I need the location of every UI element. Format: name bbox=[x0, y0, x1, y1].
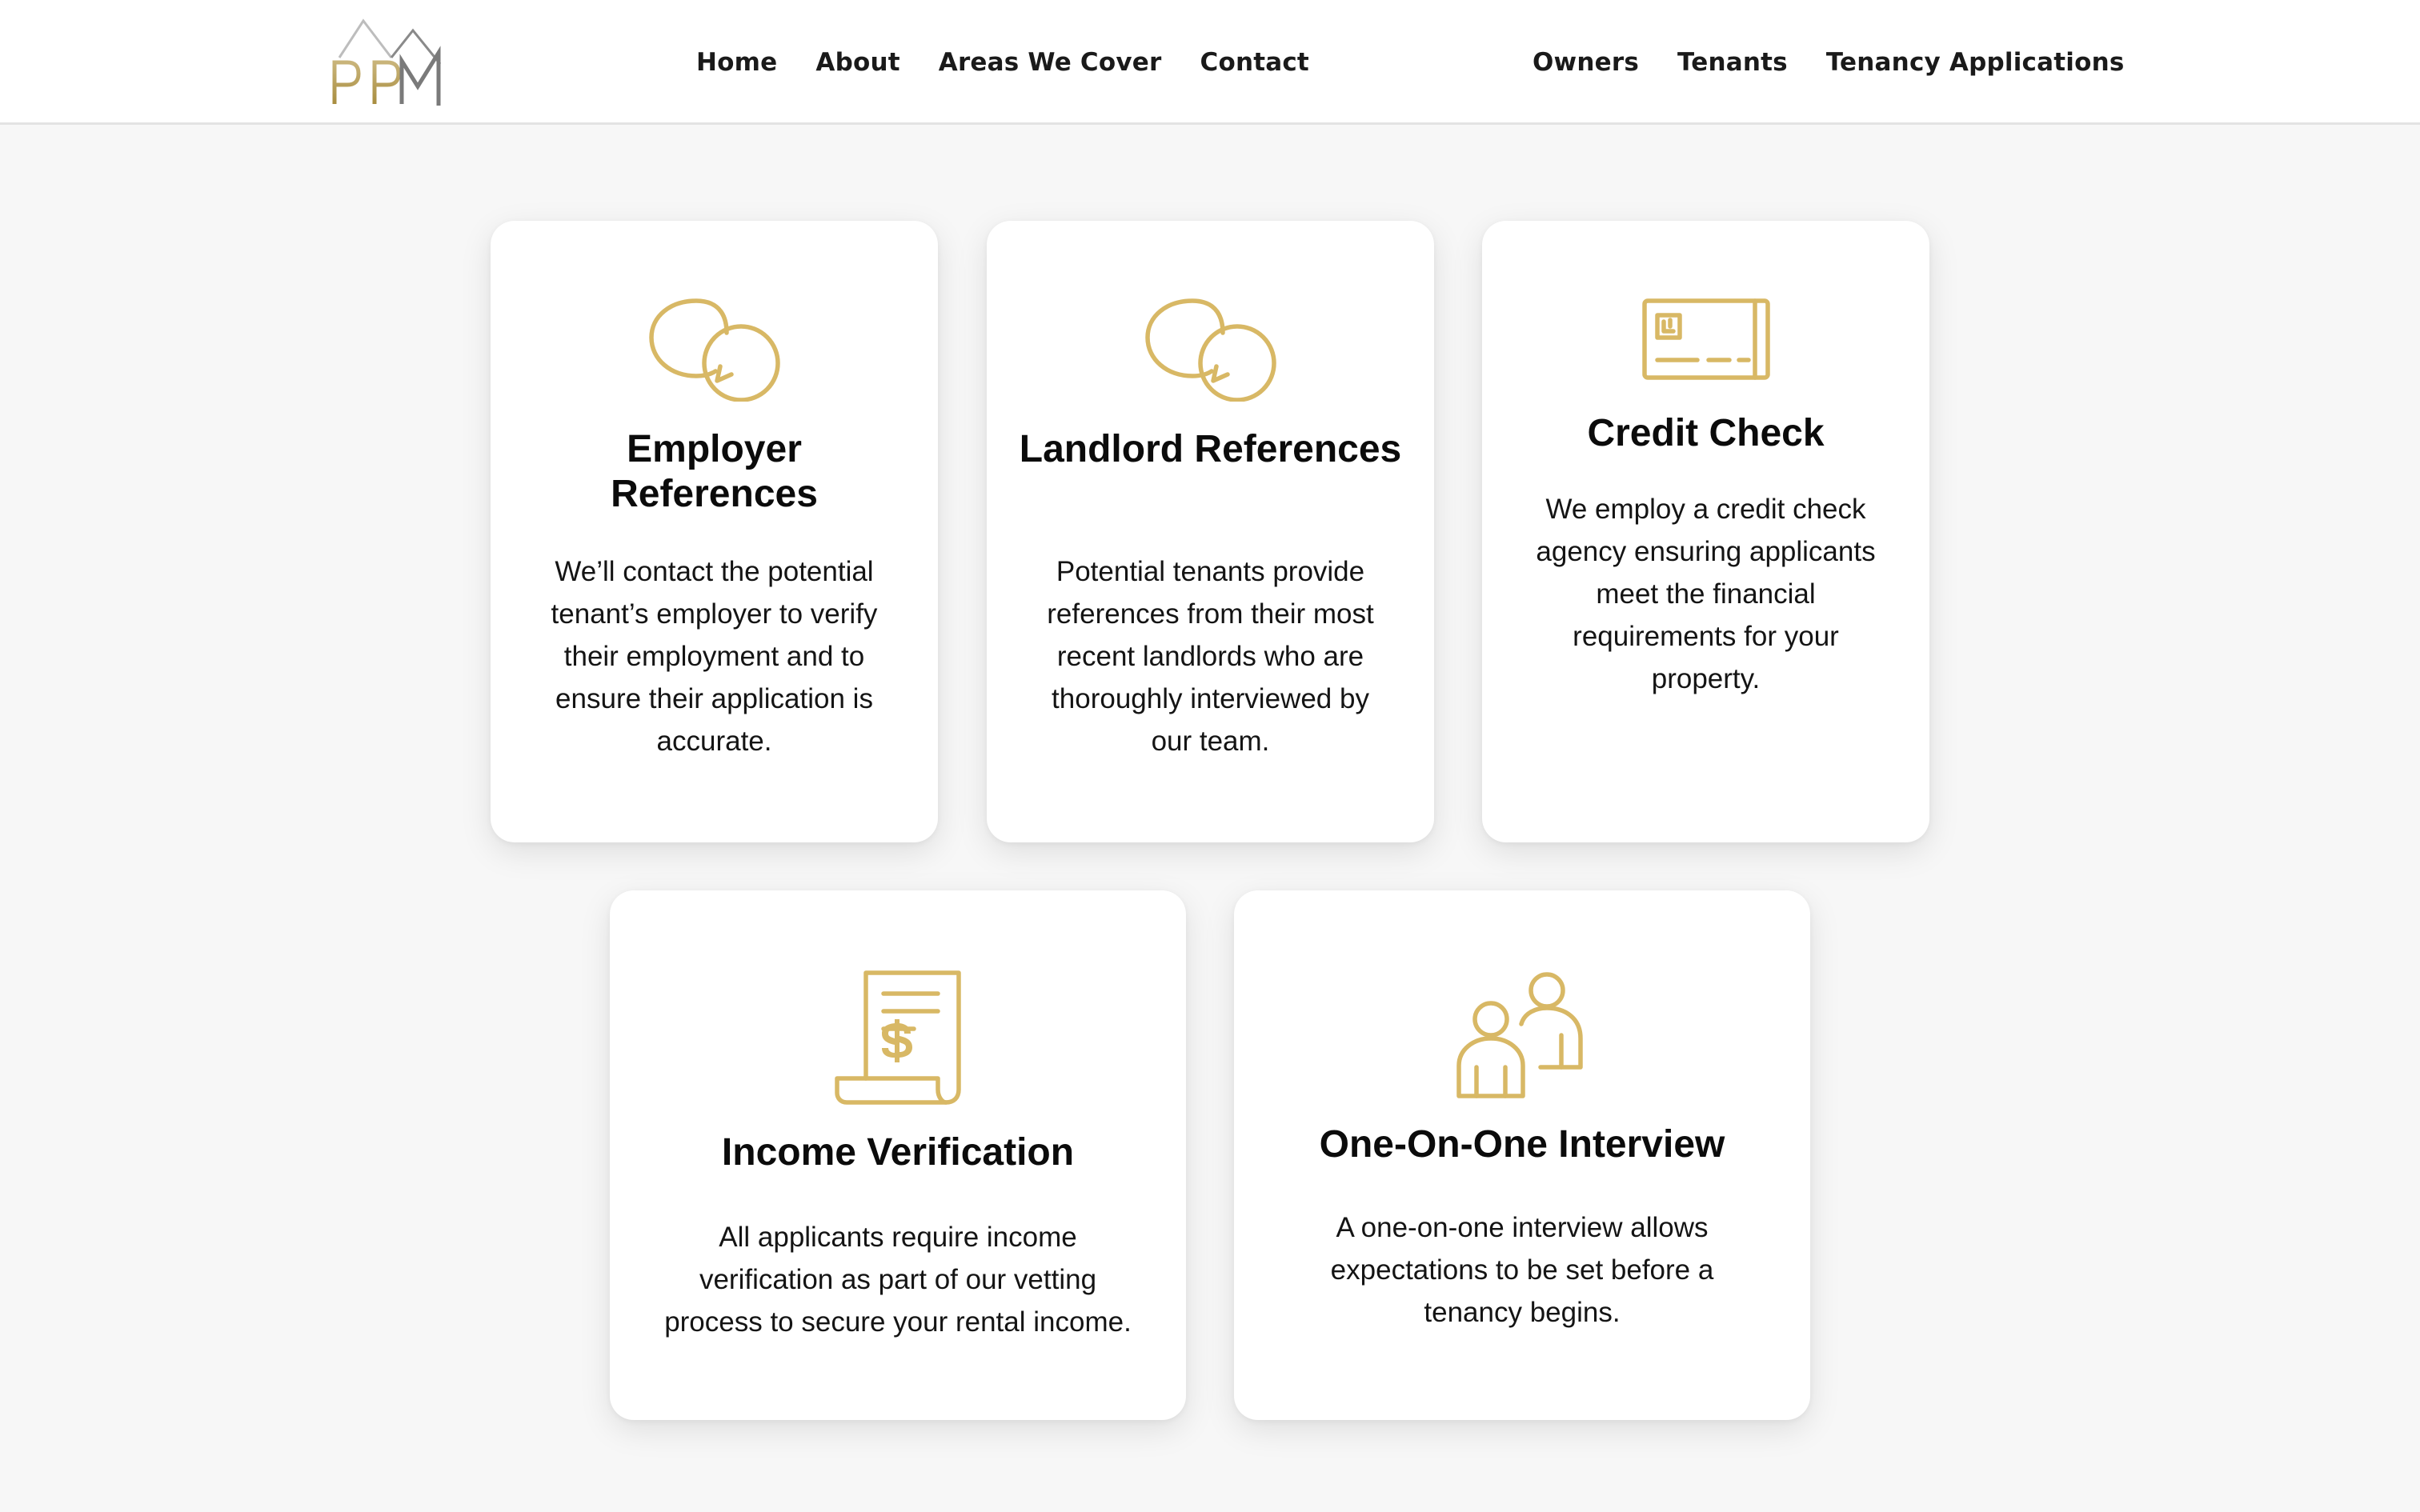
card-title: Credit Check bbox=[1587, 412, 1825, 454]
site-header: Home About Areas We Cover Contact Owners… bbox=[0, 0, 2420, 125]
two-people-icon bbox=[1456, 972, 1583, 1098]
speech-bubbles-icon bbox=[1144, 298, 1276, 402]
nav-about[interactable]: About bbox=[815, 48, 899, 77]
card-description: All applicants require income verificati… bbox=[664, 1222, 1132, 1338]
card-description: We’ll contact the potential tenant’s emp… bbox=[551, 556, 878, 757]
card-description: A one-on-one interview allows expectatio… bbox=[1330, 1212, 1714, 1328]
card-title: Landlord References bbox=[1019, 428, 1402, 470]
card-title: Income Verification bbox=[721, 1131, 1075, 1174]
credit-card-icon bbox=[1641, 298, 1770, 380]
feature-card-landlord-references: Landlord References Potential tenants pr… bbox=[987, 221, 1434, 842]
nav-tenancy-applications[interactable]: Tenancy Applications bbox=[1826, 48, 2125, 77]
card-description: We employ a credit check agency ensuring… bbox=[1536, 494, 1876, 694]
card-description: Potential tenants provide references fro… bbox=[1047, 556, 1374, 757]
nav-home[interactable]: Home bbox=[696, 48, 777, 77]
primary-nav: Home About Areas We Cover Contact bbox=[696, 0, 1309, 125]
card-title: One-On-One Interview bbox=[1319, 1123, 1725, 1166]
nav-owners[interactable]: Owners bbox=[1533, 48, 1639, 77]
card-title: Employer References bbox=[611, 428, 818, 515]
secondary-nav: Owners Tenants Tenancy Applications bbox=[1533, 0, 2125, 125]
nav-areas-we-cover[interactable]: Areas We Cover bbox=[939, 48, 1162, 77]
feature-card-employer-references: Employer References We’ll contact the po… bbox=[491, 221, 938, 842]
nav-tenants[interactable]: Tenants bbox=[1677, 48, 1788, 77]
ppm-logo[interactable] bbox=[323, 16, 443, 110]
nav-contact[interactable]: Contact bbox=[1200, 48, 1309, 77]
invoice-dollar-icon bbox=[835, 970, 961, 1105]
feature-card-income-verification: Income Verification All applicants requi… bbox=[610, 890, 1186, 1420]
feature-card-credit-check: Credit Check We employ a credit check ag… bbox=[1482, 221, 1929, 842]
feature-card-one-on-one-interview: One-On-One Interview A one-on-one interv… bbox=[1234, 890, 1810, 1420]
speech-bubbles-icon bbox=[648, 298, 780, 402]
